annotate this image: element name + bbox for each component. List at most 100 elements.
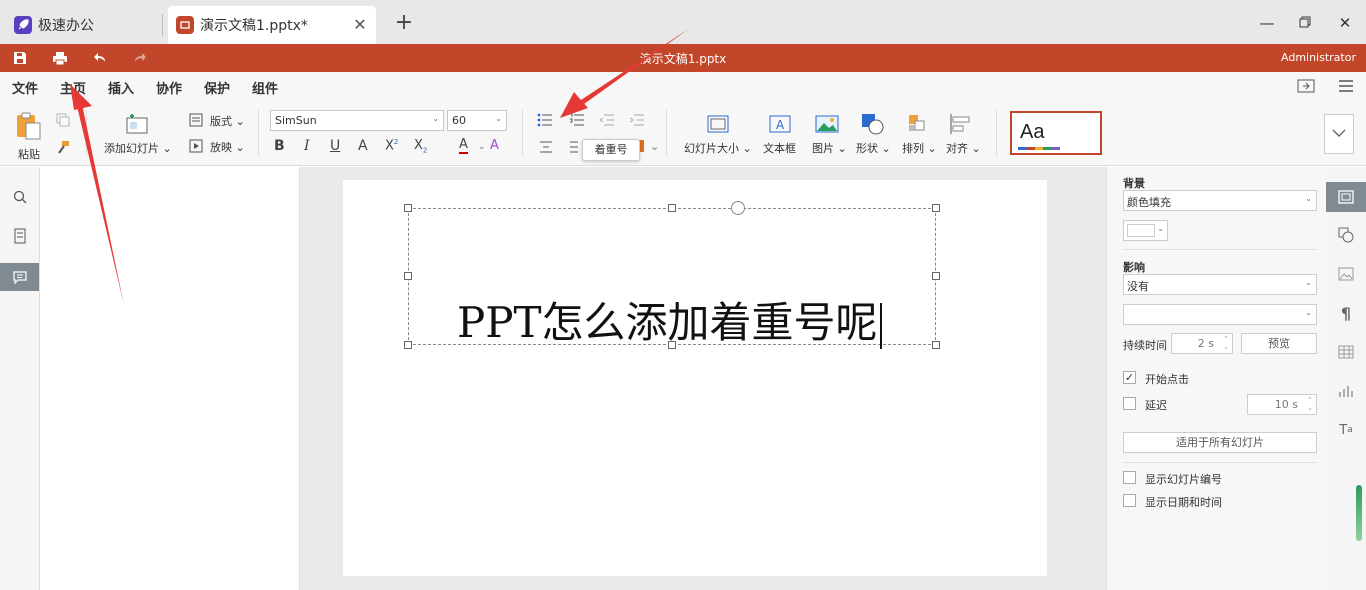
layout-icon[interactable] bbox=[188, 112, 204, 128]
align-objects-icon[interactable] bbox=[948, 112, 972, 136]
resize-handle[interactable] bbox=[404, 341, 412, 349]
add-slide-button[interactable]: 添加幻灯片 ⌄ bbox=[104, 140, 172, 156]
tab-label: 极速办公 bbox=[38, 18, 94, 34]
fill-color-picker[interactable]: ⌄ bbox=[1123, 220, 1168, 241]
font-color-button[interactable]: A bbox=[459, 138, 468, 154]
decrease-indent-icon[interactable] bbox=[598, 111, 616, 129]
arrange-button[interactable]: 排列 ⌄ bbox=[902, 140, 937, 156]
ribbon-toolbar: 粘贴 添加幻灯片 ⌄ 版式 ⌄ 放映 ⌄ SimSun ⌄ 60 ⌄ ⌄ 幻灯片大 bbox=[0, 100, 1366, 166]
numbered-list-icon[interactable] bbox=[568, 111, 586, 129]
divider bbox=[1123, 462, 1317, 463]
text-box[interactable]: PPT怎么添加着重号呢 bbox=[404, 201, 940, 349]
close-tab-icon[interactable]: ✕ bbox=[350, 15, 370, 35]
ribbon-expand-button[interactable] bbox=[1324, 114, 1354, 154]
copy-icon[interactable] bbox=[54, 111, 72, 129]
slide-settings-icon[interactable] bbox=[1326, 182, 1366, 212]
paragraph-menu-icon[interactable] bbox=[568, 138, 580, 156]
hamburger-menu-icon[interactable] bbox=[1336, 78, 1356, 94]
resize-handle[interactable] bbox=[668, 204, 676, 212]
slide-canvas: PPT怎么添加着重号呢 bbox=[300, 167, 1106, 590]
shape-button[interactable]: 形状 ⌄ bbox=[856, 140, 891, 156]
show-slide-number-checkbox[interactable] bbox=[1123, 471, 1136, 484]
textbox-button[interactable]: 文本框 bbox=[763, 140, 796, 156]
resize-handle[interactable] bbox=[404, 204, 412, 212]
rotate-handle[interactable] bbox=[731, 201, 745, 215]
picture-button[interactable]: 图片 ⌄ bbox=[812, 140, 847, 156]
effect-option-select[interactable]: ⌄ bbox=[1123, 304, 1317, 325]
chart-settings-icon[interactable] bbox=[1326, 376, 1366, 406]
apply-all-slides-button[interactable]: 适用于所有幻灯片 bbox=[1123, 432, 1317, 453]
play-icon[interactable] bbox=[188, 138, 204, 154]
effect-select[interactable]: 没有 ⌄ bbox=[1123, 274, 1317, 295]
format-painter-icon[interactable] bbox=[54, 138, 72, 156]
new-tab-icon[interactable]: + bbox=[394, 12, 414, 34]
close-window-icon[interactable]: ✕ bbox=[1334, 12, 1356, 34]
slide-size-icon[interactable] bbox=[706, 114, 730, 134]
shape-icon[interactable] bbox=[860, 112, 886, 136]
text-art-settings-icon[interactable]: Ta bbox=[1326, 415, 1366, 445]
ribbon-divider bbox=[996, 110, 997, 156]
slide-text[interactable]: PPT怎么添加着重号呢 bbox=[457, 289, 882, 350]
strikethrough-button[interactable]: A bbox=[358, 138, 368, 154]
start-on-click-label: 开始点击 bbox=[1145, 373, 1189, 386]
add-slide-icon[interactable] bbox=[124, 112, 150, 136]
color-swatch bbox=[1127, 224, 1155, 237]
slide-size-button[interactable]: 幻灯片大小 ⌄ bbox=[684, 140, 752, 156]
bullet-list-icon[interactable] bbox=[536, 111, 554, 129]
scroll-indicator[interactable] bbox=[1356, 485, 1362, 541]
delay-checkbox[interactable] bbox=[1123, 397, 1136, 410]
open-location-icon[interactable] bbox=[1296, 78, 1316, 94]
menu-file[interactable]: 文件 bbox=[12, 78, 38, 97]
layout-button[interactable]: 版式 ⌄ bbox=[210, 113, 245, 129]
paste-label: 粘贴 bbox=[18, 148, 40, 161]
paragraph-settings-icon[interactable]: ¶ bbox=[1326, 298, 1366, 328]
underline-button[interactable]: U bbox=[330, 138, 340, 154]
slide-thumbnail-pane[interactable] bbox=[40, 167, 300, 590]
font-color-dropdown-icon[interactable]: ⌄ bbox=[478, 142, 486, 152]
show-date-time-checkbox[interactable] bbox=[1123, 494, 1136, 507]
more-dropdown-icon[interactable]: ⌄ bbox=[650, 140, 659, 153]
resize-handle[interactable] bbox=[932, 272, 940, 280]
slide[interactable]: PPT怎么添加着重号呢 bbox=[343, 180, 1047, 576]
bold-button[interactable]: B bbox=[274, 138, 285, 154]
menu-protect[interactable]: 保护 bbox=[204, 78, 230, 97]
slides-panel-icon[interactable] bbox=[0, 222, 39, 250]
table-settings-icon[interactable] bbox=[1326, 337, 1366, 367]
subscript-button[interactable]: X2 bbox=[414, 138, 427, 155]
start-on-click-checkbox[interactable]: ✓ bbox=[1123, 371, 1136, 384]
textbox-icon[interactable]: A bbox=[768, 114, 792, 134]
font-size-select[interactable]: 60 ⌄ bbox=[447, 110, 507, 131]
align-center-icon[interactable] bbox=[536, 138, 556, 156]
italic-button[interactable]: I bbox=[304, 138, 310, 154]
shape-settings-icon[interactable] bbox=[1326, 220, 1366, 250]
arrange-icon[interactable] bbox=[906, 112, 928, 136]
fill-type-select[interactable]: 颜色填充 ⌄ bbox=[1123, 190, 1317, 211]
comments-icon[interactable] bbox=[0, 263, 39, 291]
menu-collaborate[interactable]: 协作 bbox=[156, 78, 182, 97]
minimize-icon[interactable]: — bbox=[1256, 12, 1278, 34]
maximize-icon[interactable] bbox=[1294, 12, 1316, 34]
tab-home[interactable]: 极速办公 bbox=[6, 6, 156, 44]
align-objects-button[interactable]: 对齐 ⌄ bbox=[946, 140, 981, 156]
menu-components[interactable]: 组件 bbox=[252, 78, 278, 97]
menu-insert[interactable]: 插入 bbox=[108, 78, 134, 97]
picture-icon[interactable] bbox=[814, 114, 840, 134]
search-icon[interactable] bbox=[0, 183, 39, 211]
paste-icon[interactable] bbox=[14, 110, 44, 142]
play-button[interactable]: 放映 ⌄ bbox=[210, 139, 245, 155]
delay-input[interactable]: 10 s ⌃ ⌄ bbox=[1247, 394, 1317, 415]
tab-document[interactable]: 演示文稿1.pptx* ✕ bbox=[168, 6, 376, 44]
user-name: Administrator bbox=[1281, 51, 1356, 64]
clear-format-button[interactable]: A bbox=[490, 138, 499, 153]
menu-home[interactable]: 主页 bbox=[60, 78, 87, 102]
image-settings-icon[interactable] bbox=[1326, 259, 1366, 289]
font-name-select[interactable]: SimSun ⌄ bbox=[270, 110, 444, 131]
resize-handle[interactable] bbox=[404, 272, 412, 280]
increase-indent-icon[interactable] bbox=[628, 111, 646, 129]
resize-handle[interactable] bbox=[932, 341, 940, 349]
resize-handle[interactable] bbox=[932, 204, 940, 212]
superscript-button[interactable]: X2 bbox=[385, 138, 398, 153]
preview-button[interactable]: 预览 bbox=[1241, 333, 1317, 354]
theme-preview[interactable]: Aa bbox=[1010, 111, 1102, 155]
duration-input[interactable]: 2 s ⌃ ⌄ bbox=[1171, 333, 1233, 354]
